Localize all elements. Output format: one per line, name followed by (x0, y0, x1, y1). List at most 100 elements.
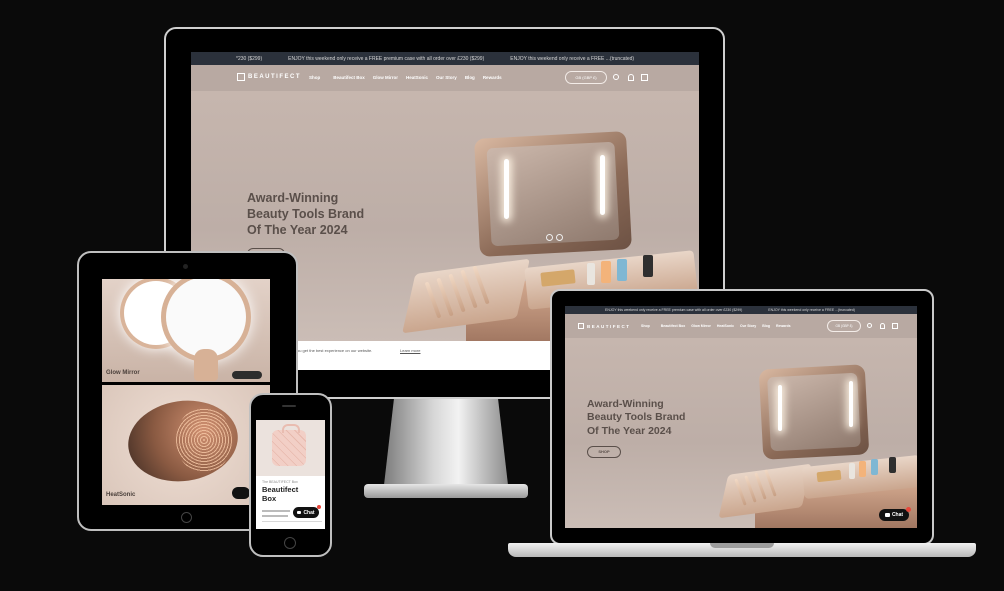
search-icon[interactable] (867, 323, 872, 328)
nav-shop[interactable]: Shop (309, 75, 320, 80)
cosmetic-tube (859, 461, 866, 477)
cosmetic-tube (617, 259, 627, 281)
chat-label: Chat (303, 509, 315, 516)
led-strip (600, 155, 605, 215)
logo-mark-icon (237, 73, 245, 81)
nav-shop[interactable]: Shop (641, 324, 650, 328)
announcement-text: ENJOY this weekend only receive a FREE p… (288, 55, 485, 62)
announcement-text: ENJOY this weekend only receive a FREE p… (605, 308, 743, 312)
notification-badge (906, 507, 911, 512)
nav-heatsonic[interactable]: HeatSonic (406, 75, 428, 80)
nav-blog[interactable]: Blog (465, 75, 475, 80)
led-strip (504, 159, 509, 219)
chat-icon (884, 513, 890, 517)
nav-blog[interactable]: Blog (762, 324, 770, 328)
nav-rewards[interactable]: Rewards (483, 75, 502, 80)
product-image (718, 363, 917, 528)
tablet-screen: Glow Mirror HeatSonic (102, 279, 270, 505)
phone-screen: The BEAUTIFECT Box Beautifect Box Chat (256, 420, 325, 529)
hero-line-2: Beauty Tools Brand (587, 411, 686, 424)
tablet-chat-button[interactable] (232, 487, 250, 499)
hero-line-1: Award-Winning (247, 191, 339, 205)
imac-stand-foot (364, 484, 528, 498)
announcement-text: *230 ($299) (236, 55, 263, 62)
quilted-case (272, 430, 306, 466)
glow-mirror-label: Glow Mirror (106, 370, 140, 376)
site-header: BEAUTIFECT Shop Beautifect Box Glow Mirr… (565, 314, 917, 338)
product-image (256, 420, 325, 476)
phone-chat-button[interactable]: Chat (293, 505, 321, 518)
search-icon[interactable] (613, 74, 619, 80)
product-small-label: The BEAUTIFECT Box (262, 480, 298, 484)
case-handle (282, 424, 300, 433)
nav-beautifect-box[interactable]: Beautifect Box (661, 324, 686, 328)
laptop-notch (710, 543, 774, 548)
cosmetic-tube (889, 457, 896, 473)
account-icon[interactable] (628, 74, 634, 81)
mirror-stand (194, 349, 218, 381)
announcement-text: ENJOY this weekend only receive a FREE .… (510, 55, 635, 62)
chat-label: Chat (891, 512, 904, 518)
main-nav: Shop Beautifect Box Glow Mirror HeatSoni… (641, 324, 791, 328)
notification-badge (317, 505, 321, 509)
site-header: BEAUTIFECT Shop Beautifect Box Glow Mirr… (191, 65, 699, 91)
account-icon[interactable] (880, 323, 885, 329)
nav-glow-mirror[interactable]: Glow Mirror (373, 75, 398, 80)
tablet-home-button-icon (181, 512, 192, 523)
nav-heatsonic[interactable]: HeatSonic (717, 324, 734, 328)
hero-headline: Award-Winning Beauty Tools Brand Of The … (247, 190, 364, 238)
hero-line-2: Beauty Tools Brand (247, 207, 365, 221)
cart-icon[interactable] (892, 323, 898, 329)
cosmetic-tube (871, 459, 878, 475)
product-description (262, 515, 288, 517)
hero-shop-label: SHOP (598, 449, 610, 454)
nav-rewards[interactable]: Rewards (776, 324, 791, 328)
announcement-bar: ENJOY this weekend only receive a FREE p… (565, 306, 917, 314)
product-title-line-2: Box (262, 493, 277, 503)
mirror-button-icon (546, 234, 553, 241)
announcement-bar: *230 ($299) ENJOY this weekend only rece… (191, 52, 699, 65)
nav-our-story[interactable]: Our Story (740, 324, 756, 328)
cookie-learn-more-link[interactable]: Learn more (400, 348, 420, 353)
site-logo[interactable]: BEAUTIFECT (237, 73, 301, 81)
cosmetic-tube (587, 263, 595, 285)
product-title: Beautifect Box (262, 485, 298, 503)
hero-headline: Award-Winning Beauty Tools Brand Of The … (587, 398, 685, 438)
hero-banner: Award-Winning Beauty Tools Brand Of The … (565, 338, 917, 528)
phone-speaker-icon (282, 405, 296, 407)
logo-mark-icon (578, 323, 584, 329)
led-strip (778, 385, 782, 431)
hero-line-1: Award-Winning (587, 398, 664, 410)
product-description (262, 521, 322, 522)
cosmetic-tube (643, 255, 653, 277)
main-nav: Shop Beautifect Box Glow Mirror HeatSoni… (309, 75, 502, 80)
logo-text: BEAUTIFECT (248, 74, 301, 80)
logo-text: BEAUTIFECT (587, 323, 631, 329)
chat-icon (297, 511, 302, 514)
heatsonic-label: HeatSonic (106, 492, 136, 498)
nav-beautifect-box[interactable]: Beautifect Box (333, 75, 365, 80)
currency-selector[interactable]: GB (GBP £) (565, 71, 607, 84)
led-strip (849, 381, 853, 427)
phone-home-button-icon (284, 537, 296, 549)
hero-line-3: Of The Year 2024 (587, 424, 672, 437)
glow-mirror-card[interactable]: Glow Mirror (102, 279, 270, 382)
nav-our-story[interactable]: Our Story (436, 75, 457, 80)
announcement-text: ENJOY this weekend only receive a FREE .… (768, 308, 855, 312)
hero-shop-button[interactable]: SHOP (587, 446, 621, 458)
cart-icon[interactable] (641, 74, 648, 81)
mirror-button-icon (556, 234, 563, 241)
currency-selector[interactable]: GB (GBP £) (827, 320, 861, 332)
heatsonic-dots (176, 407, 232, 473)
cookie-text: you get the best experience on our websi… (295, 348, 373, 353)
nav-glow-mirror[interactable]: Glow Mirror (691, 324, 711, 328)
mirror-ring (166, 279, 246, 357)
cosmetic-tube (601, 261, 611, 283)
laptop-chat-button[interactable]: Chat (879, 507, 911, 521)
hero-line-3: Of The Year 2024 (247, 223, 348, 237)
site-logo[interactable]: BEAUTIFECT (578, 323, 631, 329)
cosmetic-tube (849, 463, 855, 479)
product-description (262, 510, 290, 512)
tablet-camera-icon (183, 264, 188, 269)
slide-button[interactable] (232, 371, 262, 379)
